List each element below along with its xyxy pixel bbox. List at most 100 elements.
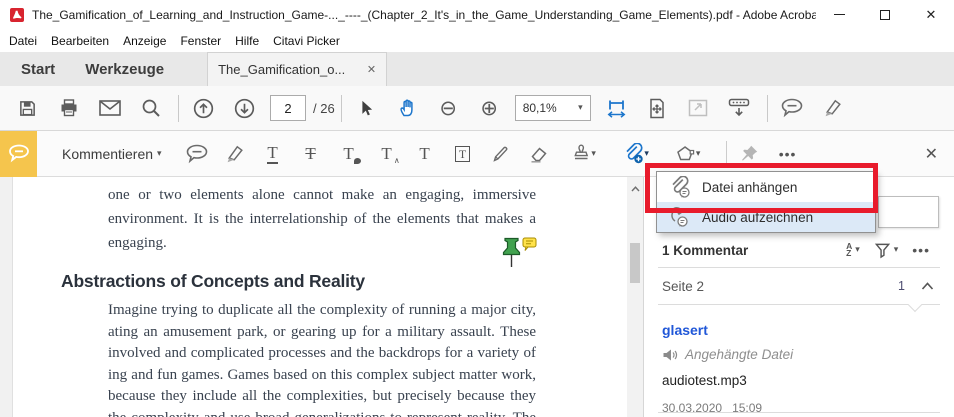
comment-author[interactable]: glasert	[662, 322, 934, 338]
strikethrough-text-tool[interactable]: T	[296, 137, 326, 171]
pdf-text-line: because they include all the complexitie…	[108, 386, 536, 408]
select-tool-button[interactable]	[351, 91, 382, 125]
attach-file-tool[interactable]: ▾	[614, 137, 658, 171]
menu-bearbeiten[interactable]: Bearbeiten	[44, 34, 116, 48]
email-button[interactable]	[94, 91, 125, 125]
attach-dropdown-menu: Datei anhängen Audio aufzeichnen	[656, 171, 876, 233]
draw-tool[interactable]	[486, 137, 516, 171]
page-group-label: Seite 2	[662, 279, 704, 294]
zoom-level-select[interactable]: 80,1% ▾	[515, 95, 591, 121]
menu-item-record-audio[interactable]: Audio aufzeichnen	[657, 202, 875, 232]
chevron-down-icon: ▾	[855, 245, 860, 255]
chevron-up-icon[interactable]	[921, 282, 934, 290]
kommentieren-label[interactable]: Kommentieren	[62, 146, 153, 162]
highlight-text-tool[interactable]	[220, 137, 250, 171]
comment-bubble-icon	[781, 98, 803, 118]
comment-time: 15:09	[732, 401, 762, 415]
attached-file-name[interactable]: audiotest.mp3	[662, 373, 934, 388]
previous-page-button[interactable]	[188, 91, 219, 125]
scrollbar-thumb[interactable]	[630, 243, 640, 283]
insert-text-tool[interactable]: T∧	[372, 137, 402, 171]
sticky-note-tool[interactable]	[182, 137, 212, 171]
acrobat-pdf-icon	[9, 7, 25, 23]
comment-options-button[interactable]: •••	[908, 240, 934, 260]
print-button[interactable]	[53, 91, 84, 125]
hand-tool-button[interactable]	[392, 91, 423, 125]
search-button[interactable]	[135, 91, 166, 125]
text-box-tool[interactable]: T	[448, 137, 478, 171]
comment-button[interactable]	[777, 91, 808, 125]
more-tools-button[interactable]: •••	[773, 137, 803, 171]
pushpin-icon	[504, 239, 520, 255]
fit-width-icon	[606, 98, 627, 119]
vertical-scrollbar[interactable]	[627, 177, 643, 417]
comment-item[interactable]: glasert Angehängte Datei audiotest.mp3 3…	[658, 305, 940, 413]
menu-item-label: Datei anhängen	[702, 180, 797, 195]
pdf-text-line: environment. It is the interrelationship…	[108, 207, 536, 231]
sticky-note-icon	[186, 144, 208, 164]
fullscreen-button[interactable]	[683, 91, 714, 125]
replace-text-icon: T	[343, 145, 353, 162]
highlight-button[interactable]	[818, 91, 849, 125]
eraser-tool[interactable]	[524, 137, 554, 171]
scroll-up-button[interactable]	[627, 183, 643, 195]
menu-citavi-picker[interactable]: Citavi Picker	[266, 34, 347, 48]
keep-tool-selected-button[interactable]	[735, 137, 765, 171]
menu-item-attach-file[interactable]: Datei anhängen	[657, 172, 875, 202]
maximize-button[interactable]	[862, 0, 908, 29]
window-title: The_Gamification_of_Learning_and_Instruc…	[32, 8, 816, 22]
text-box-icon: T	[455, 146, 470, 162]
toolbar-presentation-button[interactable]	[724, 91, 755, 125]
pdf-text-line: one or two elements alone cannot make an…	[108, 183, 536, 207]
page-group-row[interactable]: Seite 2 1	[644, 268, 954, 304]
toolbar-separator	[726, 141, 727, 167]
comments-panel-header: 1 Kommentar AZ ▾ ▾ •••	[644, 233, 954, 267]
close-button[interactable]: ✕	[908, 0, 954, 29]
menu-datei[interactable]: Datei	[2, 34, 44, 48]
sort-comments-button[interactable]: AZ ▾	[842, 241, 864, 260]
window-controls: ✕	[816, 0, 954, 29]
page-number-input[interactable]	[270, 95, 306, 121]
chevron-down-icon: ▾	[696, 149, 701, 159]
add-text-tool[interactable]: T	[410, 137, 440, 171]
filter-comments-button[interactable]: ▾	[870, 240, 903, 261]
hand-tool-icon	[397, 98, 417, 118]
pdf-text-line: Imagine trying to duplicate all the comp…	[108, 300, 536, 322]
underline-text-tool[interactable]: T	[258, 137, 288, 171]
save-button[interactable]	[12, 91, 43, 125]
close-comment-toolbar-button[interactable]: ✕	[925, 144, 938, 164]
insert-text-icon: T∧	[381, 145, 391, 162]
menu-anzeige[interactable]: Anzeige	[116, 34, 173, 48]
tab-start[interactable]: Start	[6, 52, 70, 86]
navigation-pane-strip[interactable]	[0, 177, 13, 417]
main-toolbar: / 26 ⊖ ⊕ 80,1% ▾	[0, 86, 954, 131]
title-bar: The_Gamification_of_Learning_and_Instruc…	[0, 0, 954, 29]
comment-type-label: Angehängte Datei	[685, 347, 793, 362]
tab-document[interactable]: The_Gamification_o... ✕	[207, 52, 387, 86]
tab-close-icon[interactable]: ✕	[367, 63, 376, 76]
audio-note-icon	[668, 206, 692, 228]
fullscreen-icon	[688, 99, 708, 117]
pdf-page: one or two elements alone cannot make an…	[13, 177, 627, 417]
stamp-tool[interactable]: ▾	[562, 137, 606, 171]
minimize-button[interactable]	[816, 0, 862, 29]
drawing-markups-tool[interactable]: ▾	[666, 137, 710, 171]
pdf-paragraph-2: Imagine trying to duplicate all the comp…	[108, 300, 536, 417]
menu-fenster[interactable]: Fenster	[173, 34, 228, 48]
pin-icon	[740, 144, 759, 163]
tab-document-label: The_Gamification_o...	[218, 62, 361, 77]
zoom-in-button[interactable]: ⊕	[474, 91, 505, 125]
chevron-down-icon[interactable]: ▾	[157, 149, 162, 159]
comment-panel-toggle[interactable]	[0, 131, 37, 177]
fit-width-button[interactable]	[601, 91, 632, 125]
attachment-annotation[interactable]	[499, 237, 539, 271]
minimize-icon	[834, 14, 845, 15]
fit-page-button[interactable]	[642, 91, 673, 125]
menu-bar: Datei Bearbeiten Anzeige Fenster Hilfe C…	[0, 29, 954, 52]
more-icon: •••	[779, 146, 797, 162]
zoom-out-button[interactable]: ⊖	[433, 91, 464, 125]
menu-hilfe[interactable]: Hilfe	[228, 34, 266, 48]
next-page-button[interactable]	[229, 91, 260, 125]
tab-werkzeuge[interactable]: Werkzeuge	[70, 52, 179, 86]
replace-text-tool[interactable]: T	[334, 137, 364, 171]
